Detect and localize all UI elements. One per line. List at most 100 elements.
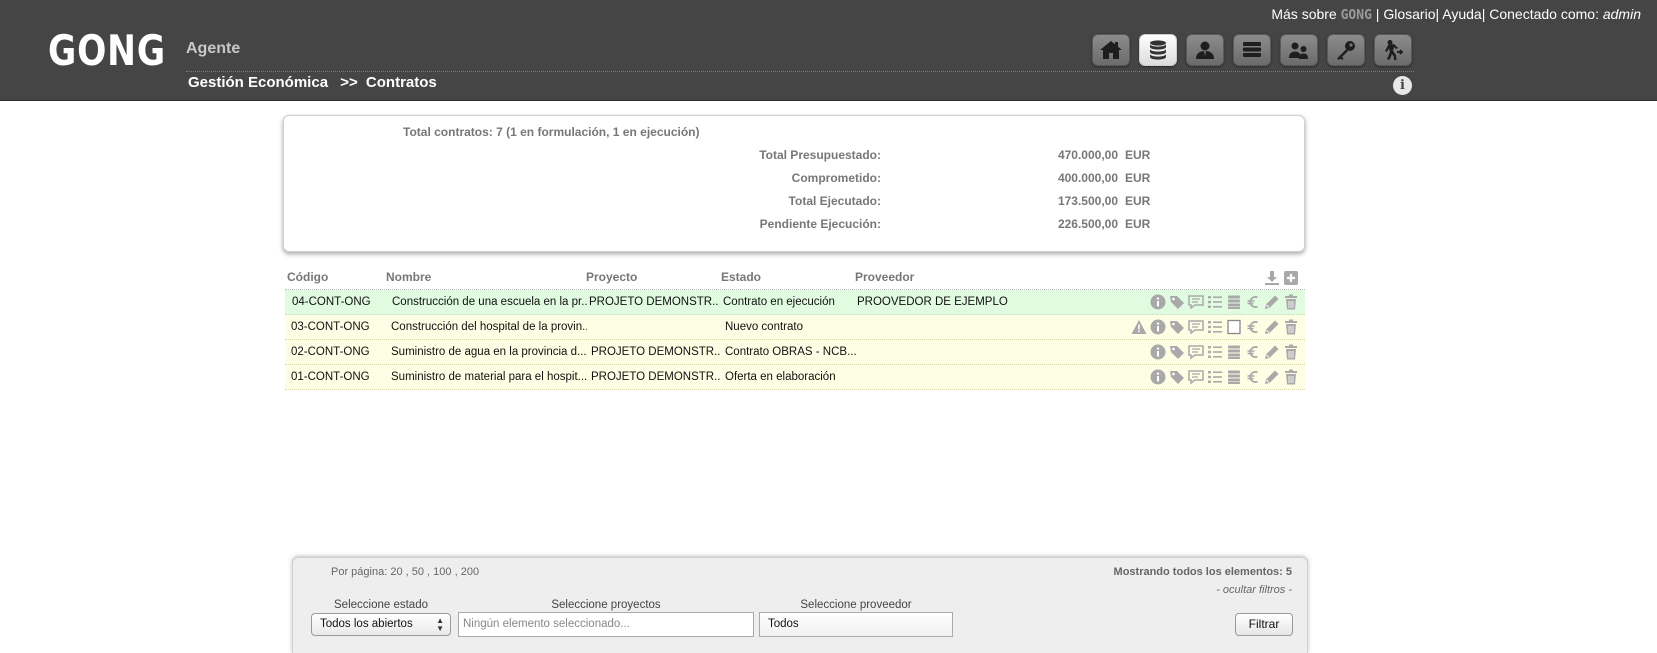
table-row[interactable]: 02-CONT-ONG Suministro de agua en la pro…: [285, 340, 1305, 365]
exit-icon: [1385, 40, 1404, 60]
list-icon[interactable]: [1206, 293, 1223, 310]
gong-logo[interactable]: GONG: [48, 26, 166, 75]
column-header-codigo[interactable]: Código: [287, 270, 328, 284]
trash-icon[interactable]: [1282, 368, 1299, 385]
cell-nombre: Construcción del hospital de la provin..…: [391, 321, 587, 333]
per-page-label: Por página:: [331, 566, 388, 578]
hide-filters-link[interactable]: - ocultar filtros -: [1216, 584, 1292, 596]
stack-icon[interactable]: [1225, 343, 1242, 360]
summary-label: Total Ejecutado:: [788, 194, 881, 208]
info-icon[interactable]: [1149, 293, 1166, 310]
pencil-icon[interactable]: [1263, 318, 1280, 335]
row-actions: [1149, 293, 1299, 310]
per-page-option-100[interactable]: 100: [433, 566, 451, 578]
current-user: admin: [1602, 6, 1641, 22]
per-page-option-20[interactable]: 20: [390, 566, 402, 578]
cell-nombre: Construcción de una escuela en la pr...: [392, 296, 587, 308]
per-page-option-200[interactable]: 200: [461, 566, 479, 578]
trash-icon[interactable]: [1282, 293, 1299, 310]
info-icon[interactable]: i: [1393, 76, 1412, 95]
nav-books-button[interactable]: [1233, 34, 1271, 66]
per-page: Por página: 20 , 50 , 100 , 200: [331, 566, 480, 578]
summary-value: 400.000,00: [1057, 171, 1118, 185]
header-actions: [1263, 269, 1299, 286]
trash-icon[interactable]: [1282, 318, 1299, 335]
nav-users-button[interactable]: [1280, 34, 1318, 66]
tag-icon[interactable]: [1168, 293, 1185, 310]
row-actions: [1149, 343, 1299, 360]
tag-icon[interactable]: [1168, 318, 1185, 335]
proyectos-input[interactable]: Ningún elemento seleccionado...: [458, 612, 754, 637]
comment-icon[interactable]: [1187, 293, 1204, 310]
cell-codigo: 04-CONT-ONG: [292, 296, 371, 308]
nav-user-button[interactable]: [1186, 34, 1224, 66]
add-icon[interactable]: [1282, 269, 1299, 286]
trash-icon[interactable]: [1282, 343, 1299, 360]
cell-estado: Nuevo contrato: [725, 321, 803, 333]
estado-select[interactable]: Todos los abiertos ▲ ▼: [311, 613, 451, 636]
euro-icon[interactable]: [1244, 293, 1261, 310]
info-icon[interactable]: [1149, 318, 1166, 335]
tag-icon[interactable]: [1168, 368, 1185, 385]
summary-value: 226.500,00: [1057, 217, 1118, 231]
nav-home-button[interactable]: [1092, 34, 1130, 66]
filters-panel: Por página: 20 , 50 , 100 , 200 Mostrand…: [292, 557, 1308, 653]
cell-codigo: 03-CONT-ONG: [291, 321, 370, 333]
pencil-icon[interactable]: [1263, 293, 1280, 310]
column-header-proveedor[interactable]: Proveedor: [855, 270, 914, 284]
glosario-link[interactable]: Glosario: [1383, 6, 1435, 22]
pencil-icon[interactable]: [1263, 343, 1280, 360]
cell-estado: Contrato OBRAS - NCB...: [725, 346, 857, 358]
books-icon: [1243, 42, 1261, 57]
list-icon[interactable]: [1206, 318, 1223, 335]
stack-icon[interactable]: [1225, 368, 1242, 385]
mas-sobre-logo[interactable]: GONG: [1341, 8, 1372, 23]
summary-label: Pendiente Ejecución:: [759, 217, 881, 231]
column-header-nombre[interactable]: Nombre: [386, 270, 431, 284]
mas-sobre-text[interactable]: Más sobre: [1271, 6, 1336, 22]
cell-proyecto: PROJETO DEMONSTR...: [589, 296, 719, 308]
home-icon: [1100, 41, 1122, 59]
comment-icon[interactable]: [1187, 318, 1204, 335]
breadcrumb-separator: >>: [340, 74, 358, 91]
showing-count: Mostrando todos los elementos: 5: [1113, 566, 1292, 578]
cell-nombre: Suministro de material para el hospit...: [391, 371, 587, 383]
nav-exit-button[interactable]: [1374, 34, 1412, 66]
key-icon: [1337, 41, 1355, 60]
comment-icon[interactable]: [1187, 343, 1204, 360]
tag-icon[interactable]: [1168, 343, 1185, 360]
summary-currency: EUR: [1125, 217, 1151, 231]
info-icon[interactable]: [1149, 343, 1166, 360]
breadcrumb-item-gestion[interactable]: Gestión Económica: [188, 74, 328, 91]
estado-filter-label: Seleccione estado: [334, 599, 428, 611]
nav-database-button[interactable]: [1139, 34, 1177, 66]
comment-icon[interactable]: [1187, 368, 1204, 385]
pencil-icon[interactable]: [1263, 368, 1280, 385]
table-row[interactable]: 01-CONT-ONG Suministro de material para …: [285, 365, 1305, 390]
connected-as-label: Conectado como:: [1489, 6, 1603, 22]
table-row[interactable]: 03-CONT-ONG Construcción del hospital de…: [285, 315, 1305, 340]
stack-icon[interactable]: [1225, 293, 1242, 310]
warning-icon[interactable]: [1130, 318, 1147, 335]
proyectos-filter-label: Seleccione proyectos: [551, 599, 661, 611]
info-icon[interactable]: [1149, 368, 1166, 385]
column-header-estado[interactable]: Estado: [721, 270, 761, 284]
column-header-proyecto[interactable]: Proyecto: [586, 270, 637, 284]
row-actions: [1130, 318, 1299, 335]
list-icon[interactable]: [1206, 368, 1223, 385]
proveedor-select[interactable]: Todos: [759, 612, 953, 637]
euro-icon[interactable]: [1244, 343, 1261, 360]
download-icon[interactable]: [1263, 269, 1280, 286]
euro-icon[interactable]: [1244, 318, 1261, 335]
euro-icon[interactable]: [1244, 368, 1261, 385]
table-header: Código Nombre Proyecto Estado Proveedor: [285, 266, 1305, 290]
table-row[interactable]: 04-CONT-ONG Construcción de una escuela …: [285, 290, 1305, 315]
nav-key-button[interactable]: [1327, 34, 1365, 66]
per-page-option-50[interactable]: 50: [412, 566, 424, 578]
ayuda-link[interactable]: Ayuda: [1442, 6, 1481, 22]
summary-value: 470.000,00: [1057, 148, 1118, 162]
list-icon[interactable]: [1206, 343, 1223, 360]
cell-proyecto: PROJETO DEMONSTR...: [591, 371, 721, 383]
checkbox-icon[interactable]: [1225, 318, 1242, 335]
filter-button[interactable]: Filtrar: [1235, 613, 1293, 636]
